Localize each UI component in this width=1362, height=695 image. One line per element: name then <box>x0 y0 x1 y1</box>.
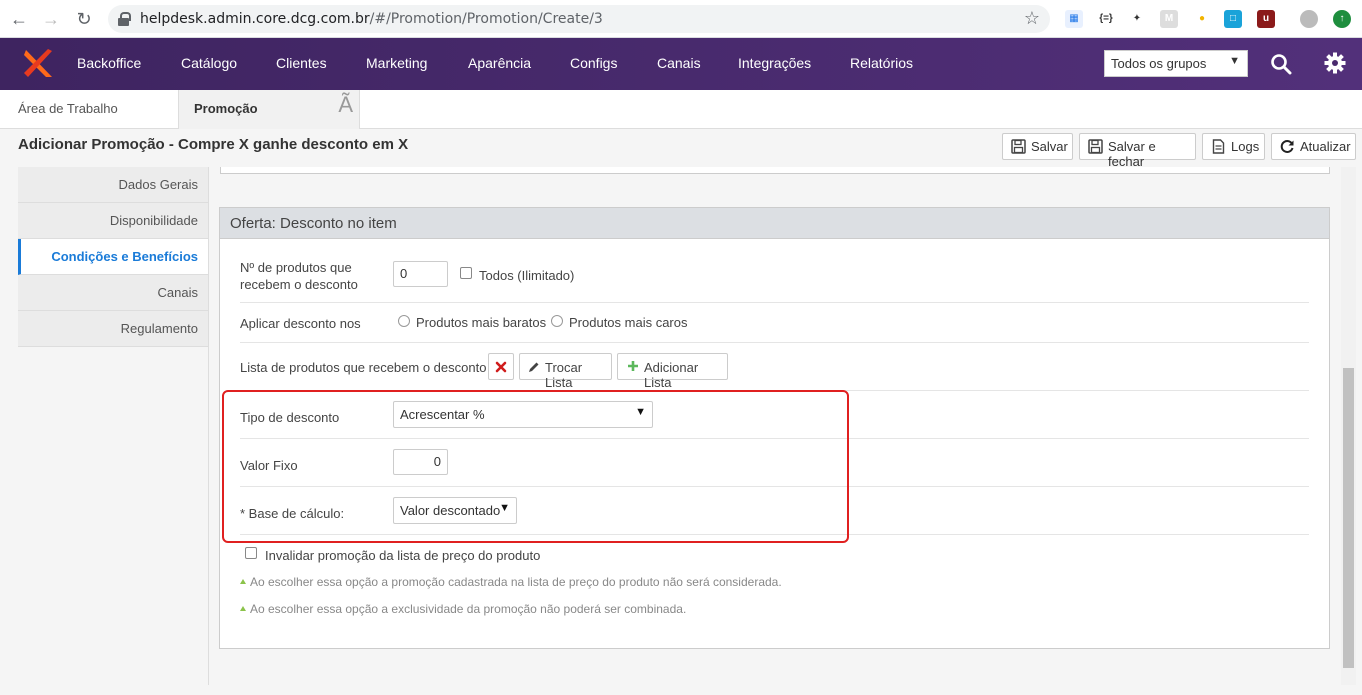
menu-aparencia[interactable]: Aparência <box>468 55 531 71</box>
panel-header: Oferta: Desconto no item <box>220 208 1329 239</box>
swap-list-label: Trocar Lista <box>545 360 583 390</box>
extension-chat-icon[interactable]: □ <box>1224 10 1242 28</box>
bookmark-star-icon[interactable]: ☆ <box>1024 8 1040 29</box>
chevron-down-icon: ▼ <box>1229 55 1240 67</box>
url-text: helpdesk.admin.core.dcg.com.br/#/Promoti… <box>140 11 603 27</box>
qty-label-line-2: recebem o desconto <box>240 277 358 292</box>
menu-canais[interactable]: Canais <box>657 55 701 71</box>
save-close-button-label: Salvar e fechar <box>1108 139 1156 169</box>
tab-promocao-label: Promoção <box>194 101 258 116</box>
group-select-value: Todos os grupos <box>1111 56 1207 71</box>
note-1: Ao escolher essa opção a promoção cadast… <box>240 575 782 589</box>
menu-integracoes[interactable]: Integrações <box>738 55 811 71</box>
extension-json-icon[interactable]: {=} <box>1097 10 1115 28</box>
tab-home[interactable]: Área de Trabalho <box>18 101 118 116</box>
save-icon <box>1011 139 1026 154</box>
extension-branch-icon[interactable]: ✦ <box>1128 10 1146 28</box>
save-close-button[interactable]: Salvar e fechar <box>1079 133 1196 169</box>
menu-relatorios[interactable]: Relatórios <box>850 55 913 71</box>
invalidate-checkbox[interactable] <box>245 547 257 559</box>
invalidate-label: Invalidar promoção da lista de preço do … <box>265 548 541 563</box>
divider <box>208 167 209 685</box>
url-host: helpdesk.admin.core.dcg.com.br <box>140 11 370 27</box>
extension-shield-icon[interactable]: u <box>1257 10 1275 28</box>
radio-cheaper-label: Produtos mais baratos <box>416 315 547 330</box>
tab-close-icon[interactable]: Ã <box>338 92 353 118</box>
side-menu: Dados Gerais Disponibilidade Condições e… <box>18 167 208 347</box>
tab-bar: Área de Trabalho Promoção Ã <box>0 90 1362 129</box>
extension-icon[interactable]: ▦ <box>1065 10 1083 28</box>
side-item-disponibilidade[interactable]: Disponibilidade <box>18 203 208 239</box>
side-item-canais[interactable]: Canais <box>18 275 208 311</box>
side-item-regulamento[interactable]: Regulamento <box>18 311 208 347</box>
row-divider <box>240 342 1309 343</box>
logo-icon <box>24 49 52 77</box>
tab-promocao[interactable]: Promoção Ã <box>178 90 360 129</box>
document-icon <box>1212 139 1225 154</box>
triangle-up-icon <box>240 606 246 611</box>
top-navigation: Backoffice Catálogo Clientes Marketing A… <box>0 38 1362 90</box>
menu-clientes[interactable]: Clientes <box>276 55 327 71</box>
row-divider <box>240 302 1309 303</box>
remove-list-button[interactable] <box>488 353 514 380</box>
side-item-condicoes-beneficios[interactable]: Condições e Benefícios <box>18 239 208 275</box>
update-icon[interactable]: ↑ <box>1333 10 1351 28</box>
url-path: /#/Promotion/Promotion/Create/3 <box>369 11 603 27</box>
note-2-text: Ao escolher essa opção a exclusividade d… <box>250 602 687 616</box>
reload-icon[interactable]: ↻ <box>73 8 95 30</box>
radio-cheaper[interactable] <box>398 315 410 327</box>
note-1-text: Ao escolher essa opção a promoção cadast… <box>250 575 782 589</box>
logs-button[interactable]: Logs <box>1202 133 1265 160</box>
page-title: Adicionar Promoção - Compre X ganhe desc… <box>18 136 409 153</box>
logs-button-label: Logs <box>1231 139 1260 154</box>
back-arrow-icon[interactable]: ← <box>8 8 30 30</box>
radio-expensive[interactable] <box>551 315 563 327</box>
side-item-dados-gerais[interactable]: Dados Gerais <box>18 167 208 203</box>
unlimited-label: Todos (Ilimitado) <box>479 268 575 283</box>
save-button[interactable]: Salvar <box>1002 133 1073 160</box>
previous-panel-bottom <box>220 167 1330 174</box>
extension-m-icon[interactable]: M <box>1160 10 1178 28</box>
gear-icon[interactable] <box>1324 52 1346 74</box>
forward-arrow-icon[interactable]: → <box>40 8 62 30</box>
search-icon[interactable] <box>1270 53 1292 75</box>
profile-avatar[interactable] <box>1300 10 1318 28</box>
menu-marketing[interactable]: Marketing <box>366 55 427 71</box>
unlimited-checkbox[interactable] <box>460 267 472 279</box>
refresh-icon <box>1280 140 1294 153</box>
address-bar[interactable]: helpdesk.admin.core.dcg.com.br/#/Promoti… <box>108 5 1050 33</box>
apply-label: Aplicar desconto nos <box>240 316 361 331</box>
browser-chrome: ← → ↻ helpdesk.admin.core.dcg.com.br/#/P… <box>0 0 1362 38</box>
triangle-up-icon <box>240 579 246 584</box>
menu-catalogo[interactable]: Catálogo <box>181 55 237 71</box>
pencil-icon <box>529 362 539 372</box>
swap-list-button[interactable]: Trocar Lista <box>519 353 612 390</box>
qty-label-line-1: Nº de produtos que <box>240 260 352 275</box>
group-select[interactable]: Todos os grupos ▼ <box>1104 50 1248 77</box>
add-list-label: Adicionar Lista <box>644 360 699 390</box>
save-button-label: Salvar <box>1031 139 1068 154</box>
note-2: Ao escolher essa opção a exclusividade d… <box>240 602 686 616</box>
highlight-annotation <box>222 390 849 543</box>
refresh-button-label: Atualizar <box>1300 139 1351 154</box>
extension-sun-icon[interactable]: ● <box>1193 10 1211 28</box>
panel-title: Oferta: Desconto no item <box>230 215 397 232</box>
menu-backoffice[interactable]: Backoffice <box>77 55 141 71</box>
radio-expensive-label: Produtos mais caros <box>569 315 688 330</box>
plus-icon <box>628 361 638 371</box>
lock-icon <box>118 12 131 26</box>
scrollbar-thumb[interactable] <box>1343 368 1354 668</box>
refresh-button[interactable]: Atualizar <box>1271 133 1356 160</box>
menu-configs[interactable]: Configs <box>570 55 617 71</box>
qty-label: Nº de produtos que recebem o desconto <box>240 259 358 293</box>
qty-input[interactable]: 0 <box>393 261 448 287</box>
save-icon <box>1088 139 1103 154</box>
list-label: Lista de produtos que recebem o desconto <box>240 360 487 375</box>
close-icon <box>495 361 507 373</box>
add-list-button[interactable]: Adicionar Lista <box>617 353 728 390</box>
